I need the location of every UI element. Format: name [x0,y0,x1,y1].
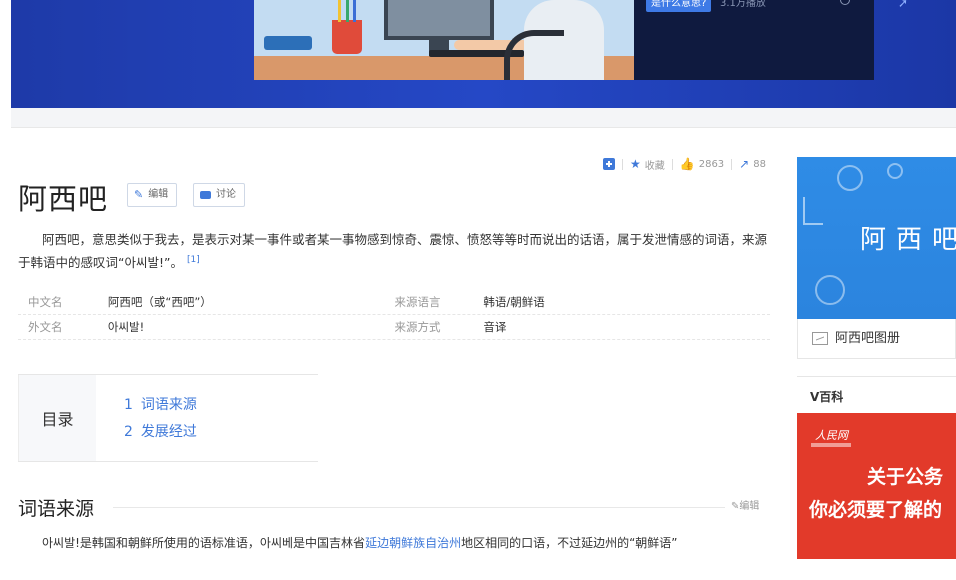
info-key: 来源语言 [394,295,441,309]
section-edit-label: 编辑 [739,501,760,512]
video-play-count: 3.1万播放 [720,0,766,9]
video-thumbnail[interactable]: 是什么意思? 3.1万播放 [254,0,874,80]
toc-item-text[interactable]: 词语来源 [141,397,197,413]
album-image[interactable]: 阿西吧 [797,157,956,319]
scene-pencil [353,0,356,22]
share-count[interactable]: 88 [753,159,766,170]
vbaike-label: V百科 [810,390,844,404]
section-divider [113,507,725,508]
section-text-part: 地区相同的口语，不过延边州的“朝鲜语” [461,536,678,550]
info-value: 韩语/朝鲜语 [483,295,545,309]
banner-divider [11,108,956,128]
toc-item-text[interactable]: 发展经过 [141,424,197,440]
yanbian-link[interactable]: 延边朝鲜族自治州 [365,536,461,550]
ad-logo: 人民网 [815,429,848,442]
decor-bubble [887,163,903,179]
album-word: 阿西吧 [860,225,956,255]
action-separator [731,158,733,170]
ad-logo-underline [811,443,851,447]
toc-label: 目录 [18,375,96,461]
discuss-button[interactable]: 讨论 [193,183,245,207]
like-count[interactable]: 2863 [699,159,724,170]
album-link[interactable]: 阿西吧图册 [797,319,956,359]
thumbs-up-icon[interactable]: 👍 [680,157,695,171]
album-caption-label[interactable]: 阿西吧图册 [835,320,900,358]
ad-subheadline: 你必须要了解的 [809,499,943,521]
toc-item[interactable]: 2 发展经过 [124,419,205,446]
scene-pencil [346,0,349,22]
video-scene-illustration [254,0,634,80]
info-value: 音译 [483,320,507,334]
chat-icon [200,191,211,199]
video-title-badge[interactable]: 是什么意思? [646,0,712,12]
info-value: 아씨발! [107,320,145,334]
page-title: 阿西吧 [18,182,109,216]
lemma-summary: 阿西吧，意思类似于我去，是表示对某一事件或者某一事物感到惊奇、震惊、愤怒等等时而… [18,229,773,273]
table-of-contents: 目录 1 词语来源 2 发展经过 [18,374,318,462]
video-indicator-icon [840,0,850,5]
discuss-button-label: 讨论 [216,189,236,200]
scene-monitor [384,0,494,40]
info-row: 中文名 阿西吧（或“西吧”） 来源语言 韩语/朝鲜语 [18,290,770,315]
scene-pen-cup [332,20,362,54]
action-bar: ★ 收藏 👍 2863 ↗ 88 [603,156,766,172]
star-icon[interactable]: ★ [630,157,641,171]
top-banner: 是什么意思? 3.1万播放 ➚ [11,0,956,108]
vbaike-ad-card[interactable]: 人民网 关于公务 你必须要了解的 [797,413,956,559]
basic-info: 中文名 阿西吧（或“西吧”） 来源语言 韩语/朝鲜语 外文名 아씨발! 来源方式… [18,290,770,340]
favorite-button[interactable]: 收藏 [645,157,665,172]
toc-item-number: 1 [124,397,133,413]
section-edit-button[interactable]: ✎编辑 [731,497,759,512]
section-text-part: 아씨발!是韩国和朝鲜所使用的语标准语，아씨베是中国吉林省 [42,536,366,550]
toc-list: 1 词语来源 2 发展经过 [96,375,205,461]
decor-bubble [837,165,863,191]
toc-item[interactable]: 1 词语来源 [124,392,205,419]
edit-button-label: 编辑 [148,189,169,200]
toc-item-number: 2 [124,424,133,440]
scene-lamp [264,36,312,50]
scene-chair [504,30,564,80]
info-row: 外文名 아씨발! 来源方式 音译 [18,315,770,340]
action-separator [622,158,623,170]
info-value: 阿西吧（或“西吧”） [107,295,212,309]
info-key: 来源方式 [394,320,441,334]
scene-pencil [338,0,341,22]
summary-text: 阿西吧，意思类似于我去，是表示对某一事件或者某一事物感到惊奇、震惊、愤怒等等时而… [18,232,768,271]
banner-share-icon[interactable]: ➚ [898,0,908,10]
info-key: 外文名 [28,320,63,334]
ad-headline: 关于公务 [867,466,944,488]
decor-chart-icon [803,197,823,225]
decor-bubble [815,275,845,305]
vbaike-panel: V百科 人民网 关于公务 你必须要了解的 [797,376,956,559]
share-icon[interactable]: ↗ [739,157,749,171]
section-paragraph: 아씨발!是韩国和朝鲜所使用的语标准语，아씨베是中国吉林省延边朝鲜族自治州地区相同… [18,532,778,554]
action-separator [671,158,673,170]
pencil-icon: ✎ [134,188,144,201]
section-title: 词语来源 [18,498,95,520]
reference-link[interactable]: [1] [187,255,200,265]
edit-button[interactable]: ✎ 编辑 [127,183,178,207]
add-icon[interactable] [603,158,615,170]
picture-icon [812,332,828,345]
info-key: 中文名 [28,295,63,309]
